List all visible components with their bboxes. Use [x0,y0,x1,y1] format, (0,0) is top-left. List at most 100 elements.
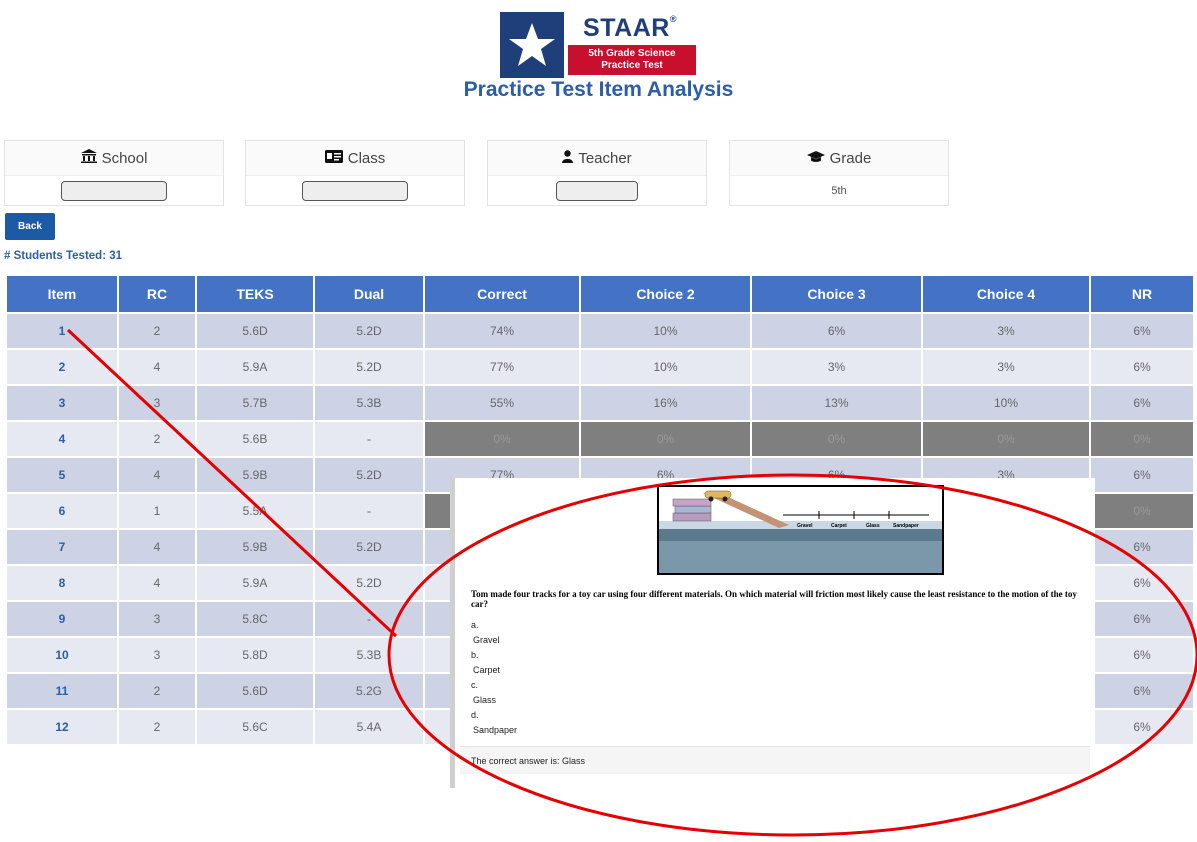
table-cell-c2: 16% [581,386,750,420]
choice-c-text: Glass [473,695,497,705]
table-cell-c2: 10% [581,314,750,348]
table-cell-rc: 4 [119,458,195,492]
choice-d-letter: d. [471,710,479,720]
col-header-choice-2: Choice 2 [581,276,750,312]
table-row: 3 3 5.7B 5.3B 55% 16% 13% 10% 6% [7,386,1193,420]
table-cell-correct: 77% [425,350,579,384]
table-cell-teks: 5.9B [197,458,313,492]
col-header-teks: TEKS [197,276,313,312]
col-header-dual: Dual [315,276,423,312]
col-header-item: Item [7,276,117,312]
item-link[interactable]: 7 [7,530,117,564]
table-cell-c4: 10% [923,386,1089,420]
col-header-choice-4: Choice 4 [923,276,1089,312]
item-link[interactable]: 11 [7,674,117,708]
table-cell-dual: - [315,422,423,456]
table-cell-rc: 3 [119,386,195,420]
col-header-rc: RC [119,276,195,312]
table-cell-correct: 0% [425,422,579,456]
table-cell-rc: 2 [119,422,195,456]
item-link[interactable]: 12 [7,710,117,744]
col-header-nr: NR [1091,276,1193,312]
table-cell-teks: 5.5A [197,494,313,528]
question-preview-panel: Gravel Carpet Glass Sandpaper Tom made f… [450,478,1095,788]
answer-choices: a. Gravel b. Carpet c. Glass d. Sandpape… [471,618,517,738]
table-cell-c3: 6% [752,314,921,348]
class-label: Class [347,149,386,167]
staar-logo: STAAR® 5th Grade Science Practice Test [500,12,696,78]
table-cell-teks: 5.6B [197,422,313,456]
table-cell-dual: 5.3B [315,386,423,420]
school-select[interactable] [61,181,167,201]
table-cell-teks: 5.7B [197,386,313,420]
table-cell-c3: 0% [752,422,921,456]
item-link[interactable]: 8 [7,566,117,600]
table-cell-teks: 5.8C [197,602,313,636]
table-row: 4 2 5.6B -0% 0% 0% 0% 0% [7,422,1193,456]
col-header-correct: Correct [425,276,579,312]
table-cell-c3: 13% [752,386,921,420]
table-cell-c4: 0% [923,422,1089,456]
table-cell-nr: 6% [1091,566,1193,600]
table-cell-rc: 1 [119,494,195,528]
col-header-choice-3: Choice 3 [752,276,921,312]
table-cell-rc: 4 [119,530,195,564]
back-button[interactable]: Back [5,213,55,240]
table-cell-c2: 0% [581,422,750,456]
class-select[interactable] [302,181,408,201]
table-cell-c3: 3% [752,350,921,384]
table-cell-rc: 3 [119,602,195,636]
table-cell-dual: 5.4A [315,710,423,744]
item-link[interactable]: 9 [7,602,117,636]
track-label-sandpaper: Sandpaper [893,523,919,529]
table-cell-rc: 3 [119,638,195,672]
table-cell-nr: 6% [1091,458,1193,492]
item-link[interactable]: 3 [7,386,117,420]
class-filter: Class [245,140,465,206]
id-card-icon [324,149,343,167]
table-cell-rc: 4 [119,350,195,384]
table-cell-dual: - [315,602,423,636]
choice-c-letter: c. [471,680,479,690]
table-cell-nr: 6% [1091,602,1193,636]
item-link[interactable]: 5 [7,458,117,492]
track-label-gravel: Gravel [797,523,813,529]
table-row: 1 2 5.6D 5.2D 74% 10% 6% 3% 6% [7,314,1193,348]
school-icon [80,149,97,167]
item-link[interactable]: 6 [7,494,117,528]
table-cell-rc: 2 [119,674,195,708]
item-link[interactable]: 10 [7,638,117,672]
teacher-label: Teacher [578,149,632,167]
table-cell-dual: 5.3B [315,638,423,672]
table-cell-nr: 6% [1091,530,1193,564]
table-cell-dual: 5.2D [315,530,423,564]
table-cell-c4: 3% [923,350,1089,384]
item-link[interactable]: 2 [7,350,117,384]
star-icon [500,12,564,78]
table-cell-nr: 6% [1091,350,1193,384]
choice-b-letter: b. [471,650,479,660]
table-cell-nr: 6% [1091,386,1193,420]
table-cell-teks: 5.9A [197,350,313,384]
table-cell-nr: 6% [1091,638,1193,672]
table-cell-correct: 55% [425,386,579,420]
grade-label: Grade [829,149,872,167]
table-cell-rc: 2 [119,314,195,348]
table-cell-rc: 2 [119,710,195,744]
school-label: School [101,149,148,167]
choice-b-text: Carpet [473,665,501,675]
item-link[interactable]: 1 [7,314,117,348]
table-cell-nr: 0% [1091,422,1193,456]
table-cell-teks: 5.9A [197,566,313,600]
table-cell-teks: 5.8D [197,638,313,672]
item-link[interactable]: 4 [7,422,117,456]
user-icon [562,149,574,167]
question-text: Tom made four tracks for a toy car using… [471,589,1077,609]
table-cell-nr: 6% [1091,710,1193,744]
table-header: Item RC TEKS Dual Correct Choice 2 Choic… [7,276,1193,312]
choice-a-text: Gravel [473,635,500,645]
grade-filter: Grade 5th [729,140,949,206]
brand-subtitle: 5th Grade Science Practice Test [568,45,696,75]
teacher-select[interactable] [556,181,638,201]
page-title: Practice Test Item Analysis [463,78,734,101]
